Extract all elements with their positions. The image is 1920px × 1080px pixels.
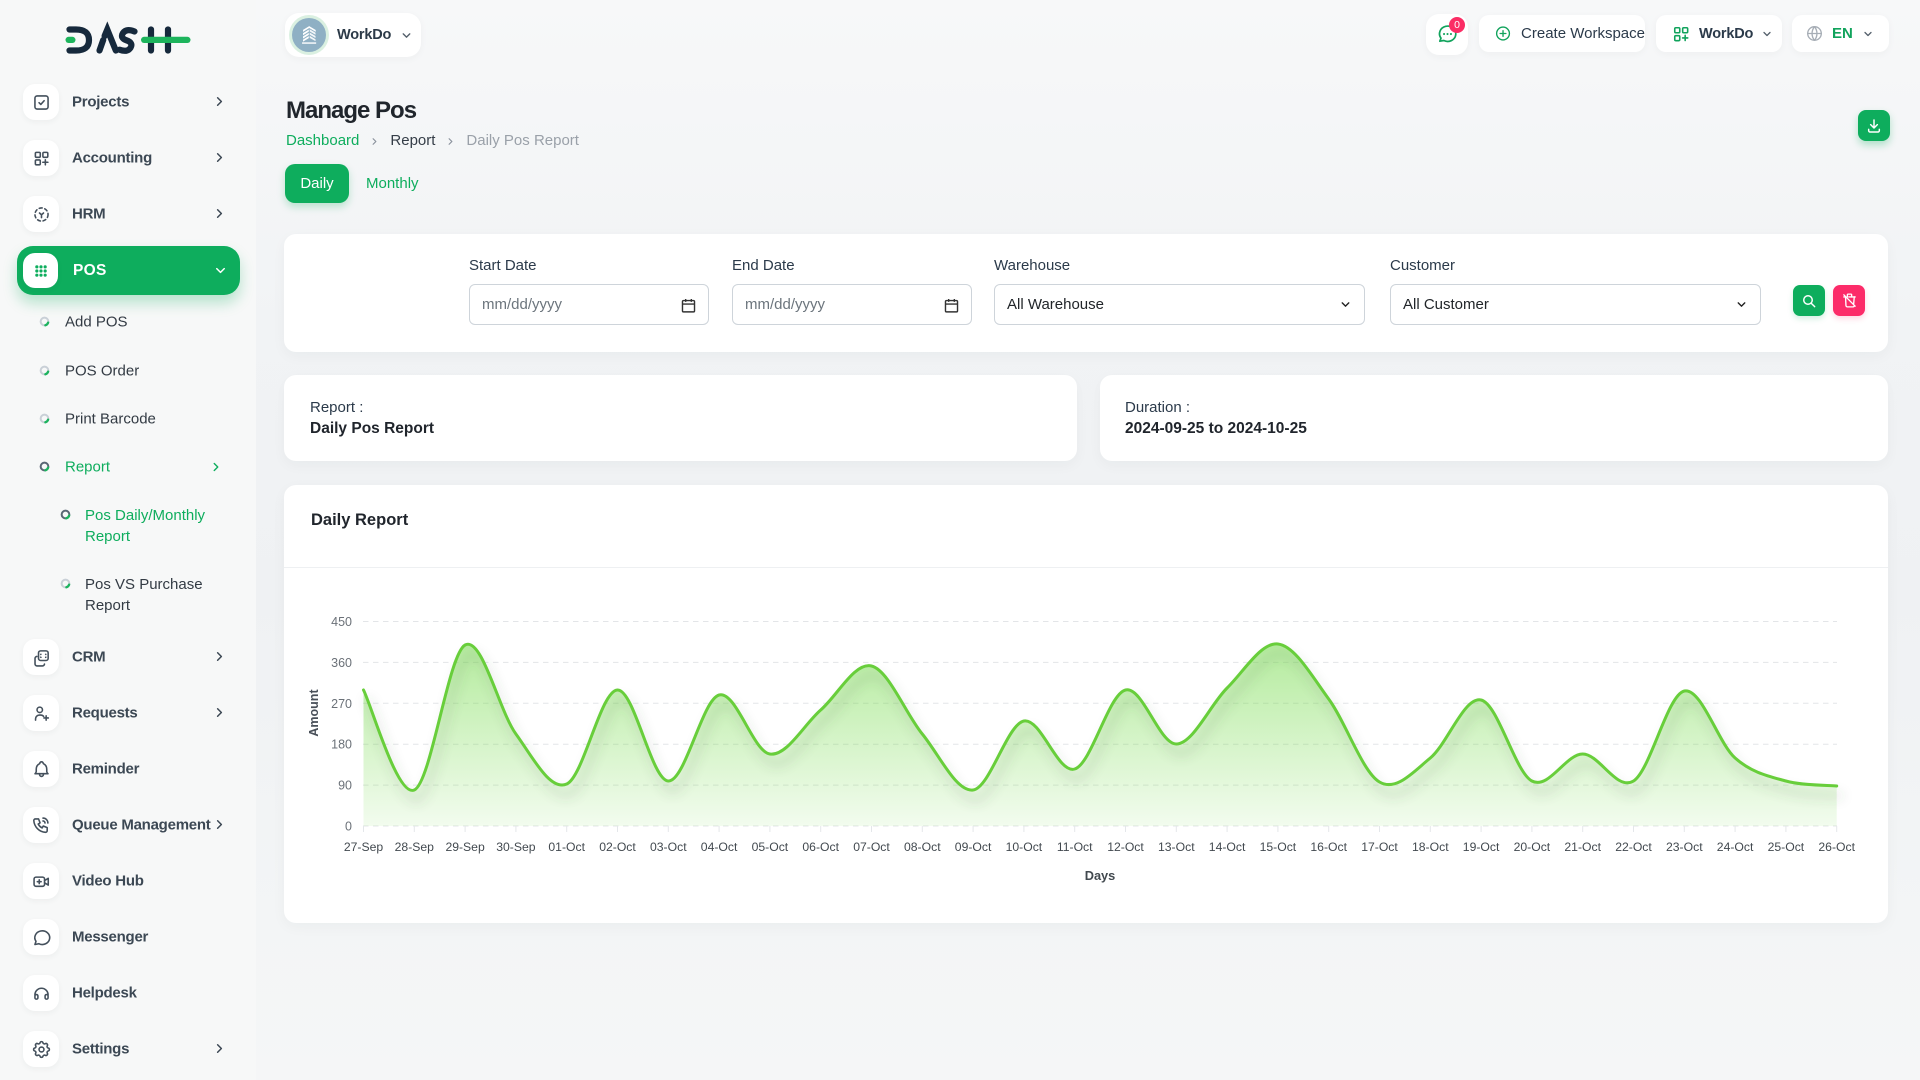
svg-text:0: 0 bbox=[345, 820, 352, 834]
svg-text:21-Oct: 21-Oct bbox=[1564, 840, 1601, 854]
svg-text:02-Oct: 02-Oct bbox=[599, 840, 636, 854]
svg-text:19-Oct: 19-Oct bbox=[1463, 840, 1500, 854]
svg-text:30-Sep: 30-Sep bbox=[496, 840, 536, 854]
svg-text:270: 270 bbox=[331, 697, 352, 711]
svg-text:28-Sep: 28-Sep bbox=[395, 840, 435, 854]
svg-text:20-Oct: 20-Oct bbox=[1514, 840, 1551, 854]
svg-text:16-Oct: 16-Oct bbox=[1310, 840, 1347, 854]
svg-text:03-Oct: 03-Oct bbox=[650, 840, 687, 854]
svg-text:17-Oct: 17-Oct bbox=[1361, 840, 1398, 854]
svg-text:18-Oct: 18-Oct bbox=[1412, 840, 1449, 854]
svg-text:11-Oct: 11-Oct bbox=[1057, 840, 1093, 854]
svg-text:26-Oct: 26-Oct bbox=[1818, 840, 1855, 854]
svg-text:24-Oct: 24-Oct bbox=[1717, 840, 1754, 854]
svg-text:08-Oct: 08-Oct bbox=[904, 840, 941, 854]
svg-text:Days: Days bbox=[1085, 868, 1116, 883]
svg-text:14-Oct: 14-Oct bbox=[1209, 840, 1246, 854]
svg-text:23-Oct: 23-Oct bbox=[1666, 840, 1703, 854]
svg-text:25-Oct: 25-Oct bbox=[1768, 840, 1805, 854]
svg-text:15-Oct: 15-Oct bbox=[1260, 840, 1297, 854]
svg-text:27-Sep: 27-Sep bbox=[344, 840, 384, 854]
svg-text:90: 90 bbox=[338, 779, 352, 793]
svg-text:01-Oct: 01-Oct bbox=[548, 840, 585, 854]
svg-text:10-Oct: 10-Oct bbox=[1006, 840, 1043, 854]
svg-text:09-Oct: 09-Oct bbox=[955, 840, 992, 854]
svg-text:Amount: Amount bbox=[307, 689, 321, 737]
svg-text:180: 180 bbox=[331, 738, 352, 752]
svg-text:22-Oct: 22-Oct bbox=[1615, 840, 1652, 854]
svg-text:13-Oct: 13-Oct bbox=[1158, 840, 1195, 854]
svg-text:05-Oct: 05-Oct bbox=[752, 840, 789, 854]
svg-text:360: 360 bbox=[331, 656, 352, 670]
svg-text:04-Oct: 04-Oct bbox=[701, 840, 738, 854]
svg-text:12-Oct: 12-Oct bbox=[1107, 840, 1144, 854]
svg-text:07-Oct: 07-Oct bbox=[853, 840, 890, 854]
svg-text:06-Oct: 06-Oct bbox=[802, 840, 839, 854]
svg-text:450: 450 bbox=[331, 615, 352, 629]
svg-text:29-Sep: 29-Sep bbox=[445, 840, 485, 854]
